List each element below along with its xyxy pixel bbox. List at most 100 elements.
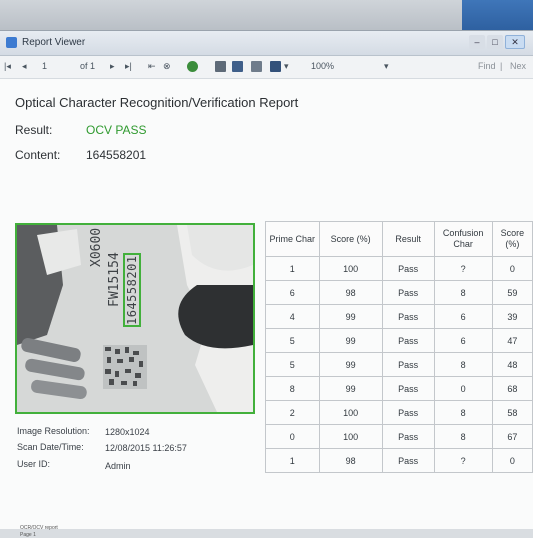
refresh-icon[interactable] — [187, 61, 198, 72]
result-cell: Pass — [381, 424, 435, 449]
report-page: Optical Character Recognition/Verificati… — [0, 79, 533, 538]
user-id-label: User ID: — [17, 459, 51, 469]
score-table-header: Prime Char Score (%) Result Confusion Ch… — [265, 221, 533, 257]
result-cell: Pass — [381, 400, 435, 425]
window-controls: – □ ✕ — [469, 35, 525, 49]
previous-page-icon[interactable]: ◂ — [22, 61, 27, 72]
print-icon[interactable] — [215, 61, 226, 72]
prime-char-cell: 8 — [265, 376, 320, 401]
table-row: 1 100 Pass ? 0 — [265, 256, 533, 281]
window-title: Report Viewer — [22, 37, 86, 48]
user-id-value: Admin — [105, 461, 131, 471]
header-prime-char: Prime Char — [265, 221, 320, 257]
print-layout-icon[interactable] — [232, 61, 243, 72]
footer-report-name: OCR/OCV report — [20, 525, 58, 531]
footer-page-number: Page 1 — [20, 532, 36, 538]
table-row: 5 99 Pass 8 48 — [265, 352, 533, 377]
confusion-score-cell: 39 — [491, 304, 533, 329]
result-cell: Pass — [381, 256, 435, 281]
result-cell: Pass — [381, 376, 435, 401]
score-cell: 98 — [318, 448, 383, 473]
table-row: 2 100 Pass 8 58 — [265, 400, 533, 425]
toolbar: |◂ ◂ 1 of 1 ▸ ▸| ⇤ ⊗ ▾ 100% ▾ Find | Nex — [0, 56, 533, 79]
scan-datetime-value: 12/08/2015 11:26:57 — [105, 443, 187, 453]
export-icon[interactable] — [270, 61, 281, 72]
table-row: 8 99 Pass 0 68 — [265, 376, 533, 401]
back-icon[interactable]: ⇤ — [148, 61, 156, 72]
confusion-score-cell: 0 — [491, 448, 533, 473]
content-label: Content: — [15, 148, 61, 162]
report-title: Optical Character Recognition/Verificati… — [15, 95, 299, 110]
score-cell: 100 — [318, 256, 383, 281]
prime-char-cell: 5 — [265, 352, 320, 377]
close-button[interactable]: ✕ — [505, 35, 525, 49]
export-dropdown-icon[interactable]: ▾ — [284, 61, 289, 72]
app-icon — [6, 37, 17, 48]
confusion-score-cell: 47 — [491, 328, 533, 353]
next-link[interactable]: Nex — [510, 61, 526, 71]
confusion-char-cell: 8 — [433, 352, 493, 377]
confusion-score-cell: 58 — [491, 400, 533, 425]
score-cell: 99 — [318, 352, 383, 377]
first-page-icon[interactable]: |◂ — [4, 61, 11, 72]
character-score-table: Prime Char Score (%) Result Confusion Ch… — [265, 221, 533, 473]
confusion-char-cell: 8 — [433, 280, 493, 305]
confusion-char-cell: ? — [433, 448, 493, 473]
stop-icon[interactable]: ⊗ — [163, 61, 171, 72]
header-confusion-score: Score (%) — [491, 221, 533, 257]
prime-char-cell: 1 — [265, 448, 320, 473]
confusion-char-cell: 0 — [433, 376, 493, 401]
confusion-score-cell: 59 — [491, 280, 533, 305]
report-viewer-window: Report Viewer – □ ✕ |◂ ◂ 1 of 1 ▸ ▸| ⇤ ⊗… — [0, 30, 533, 538]
image-text-line-1: X0600 — [89, 227, 104, 267]
score-cell: 99 — [318, 328, 383, 353]
last-page-icon[interactable]: ▸| — [125, 61, 132, 72]
minimize-button[interactable]: – — [469, 35, 485, 49]
table-row: 1 98 Pass ? 0 — [265, 448, 533, 473]
page-number-input[interactable]: 1 — [42, 61, 47, 71]
page-setup-icon[interactable] — [251, 61, 262, 72]
confusion-char-cell: 8 — [433, 424, 493, 449]
prime-char-cell: 6 — [265, 280, 320, 305]
scan-datetime-label: Scan Date/Time: — [17, 442, 84, 452]
prime-char-cell: 1 — [265, 256, 320, 281]
prime-char-cell: 5 — [265, 328, 320, 353]
header-confusion-char: Confusion Char — [433, 221, 493, 257]
score-cell: 99 — [318, 304, 383, 329]
image-resolution-value: 1280x1024 — [105, 427, 150, 437]
header-score: Score (%) — [318, 221, 383, 257]
confusion-score-cell: 0 — [491, 256, 533, 281]
result-cell: Pass — [381, 280, 435, 305]
table-row: 4 99 Pass 6 39 — [265, 304, 533, 329]
toolbar-separator: | — [500, 61, 503, 71]
next-page-icon[interactable]: ▸ — [110, 61, 115, 72]
prime-char-cell: 2 — [265, 400, 320, 425]
confusion-score-cell: 67 — [491, 424, 533, 449]
result-cell: Pass — [381, 304, 435, 329]
zoom-select[interactable]: 100% — [311, 61, 334, 71]
image-resolution-label: Image Resolution: — [17, 426, 90, 436]
prime-char-cell: 0 — [265, 424, 320, 449]
header-result: Result — [381, 221, 435, 257]
table-row: 5 99 Pass 6 47 — [265, 328, 533, 353]
prime-char-cell: 4 — [265, 304, 320, 329]
confusion-char-cell: ? — [433, 256, 493, 281]
score-cell: 99 — [318, 376, 383, 401]
zoom-dropdown-icon[interactable]: ▾ — [384, 61, 389, 72]
confusion-char-cell: 6 — [433, 328, 493, 353]
result-label: Result: — [15, 123, 53, 137]
content-value: 164558201 — [86, 148, 147, 162]
desktop-taskbar-area — [462, 0, 533, 32]
find-link[interactable]: Find — [478, 61, 496, 71]
page-count: of 1 — [80, 61, 96, 71]
score-cell: 100 — [318, 400, 383, 425]
score-cell: 100 — [318, 424, 383, 449]
image-text-line-3-highlight: 164558201 — [124, 245, 140, 335]
confusion-score-cell: 68 — [491, 376, 533, 401]
captured-label-image: X0600 FW15154 164558201 — [15, 223, 255, 414]
confusion-char-cell: 6 — [433, 304, 493, 329]
table-row: 6 98 Pass 8 59 — [265, 280, 533, 305]
desktop-background — [0, 0, 533, 32]
confusion-score-cell: 48 — [491, 352, 533, 377]
maximize-button[interactable]: □ — [487, 35, 503, 49]
